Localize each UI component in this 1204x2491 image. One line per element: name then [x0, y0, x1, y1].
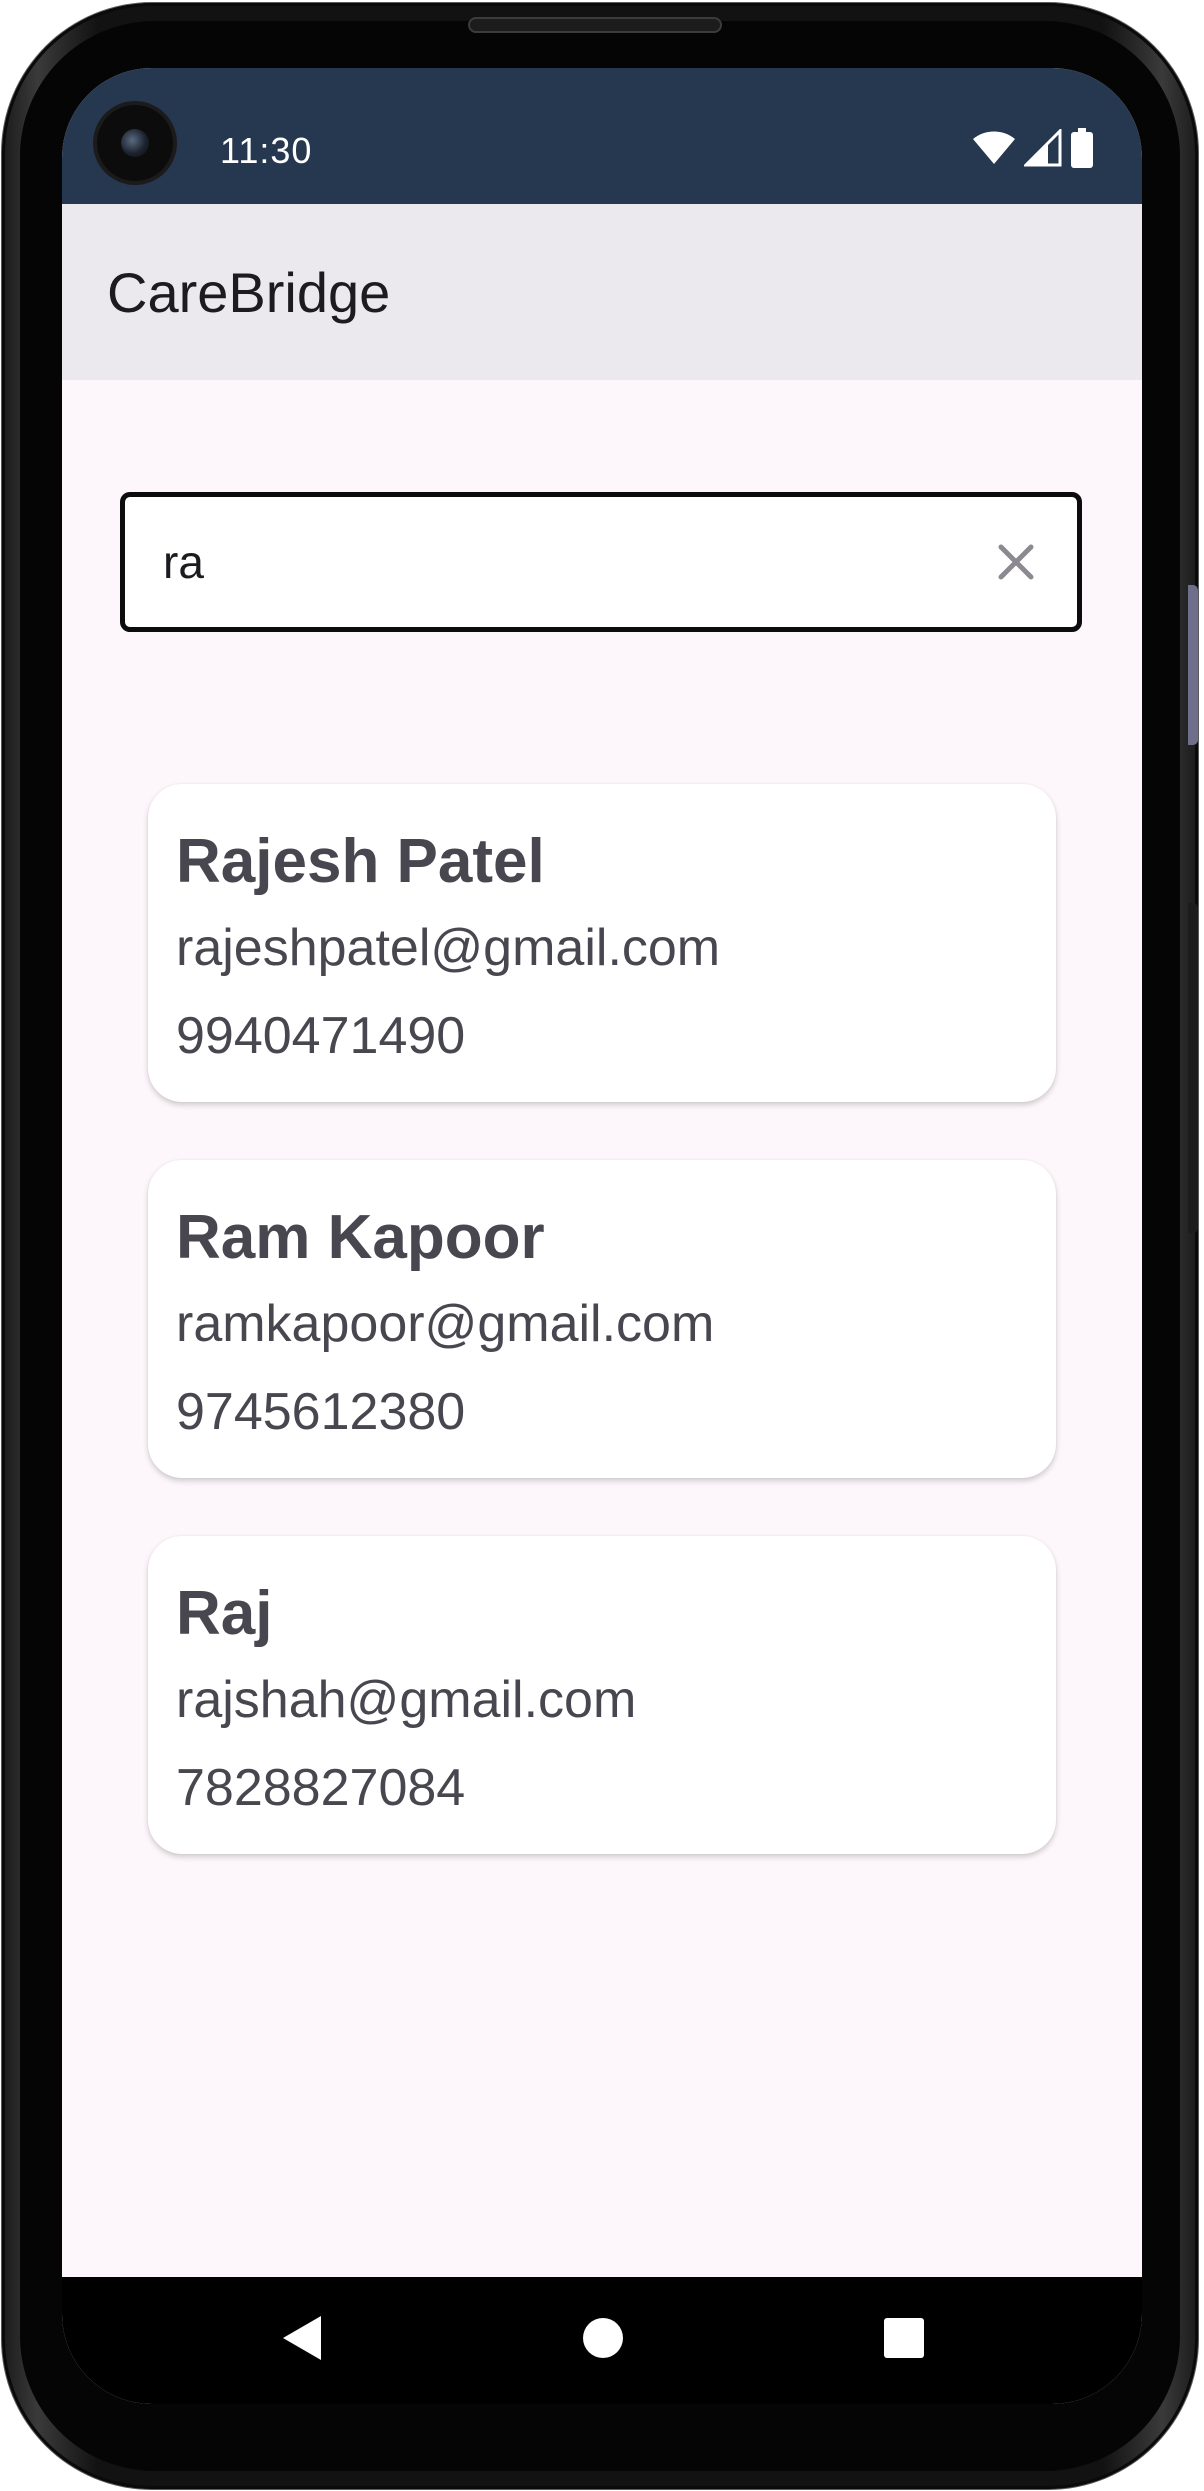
contact-phone: 9940471490	[176, 1007, 466, 1065]
search-field[interactable]	[120, 492, 1082, 632]
search-input[interactable]	[163, 497, 983, 627]
volume-button	[1188, 585, 1198, 745]
status-icons	[972, 126, 1094, 173]
main-content: Rajesh Patel rajeshpatel@gmail.com 99404…	[62, 380, 1142, 2270]
contact-name: Ram Kapoor	[176, 1203, 545, 1272]
contact-email: rajshah@gmail.com	[176, 1671, 637, 1729]
front-camera	[97, 105, 173, 181]
results-list: Rajesh Patel rajeshpatel@gmail.com 99404…	[148, 784, 1056, 1912]
app-bar: CareBridge	[62, 204, 1142, 380]
wifi-icon	[972, 130, 1016, 171]
status-time: 11:30	[220, 130, 313, 171]
contact-phone: 7828827084	[176, 1759, 466, 1817]
cell-signal-icon	[1022, 126, 1062, 172]
speaker-grill	[468, 17, 722, 33]
status-bar: 11:30	[62, 68, 1142, 204]
contact-email: ramkapoor@gmail.com	[176, 1295, 715, 1353]
back-button[interactable]	[232, 2277, 372, 2404]
app-title: CareBridge	[107, 261, 391, 324]
clear-search-button[interactable]	[985, 531, 1047, 593]
screen: 11:30 CareBridge ra Rajesh Patel rajeshp…	[62, 68, 1142, 2404]
contact-card[interactable]: Ram Kapoor ramkapoor@gmail.com 974561238…	[148, 1160, 1056, 1478]
home-button[interactable]	[533, 2277, 673, 2404]
contact-phone: 9745612380	[176, 1383, 466, 1441]
contact-name: Raj	[176, 1579, 273, 1648]
recents-icon	[883, 2317, 925, 2364]
recents-button[interactable]	[834, 2277, 974, 2404]
battery-icon	[1070, 127, 1094, 173]
navigation-bar	[62, 2277, 1142, 2404]
contact-name: Rajesh Patel	[176, 827, 545, 896]
back-icon	[279, 2313, 325, 2368]
contact-card[interactable]: Rajesh Patel rajeshpatel@gmail.com 99404…	[148, 784, 1056, 1102]
power-button	[1188, 903, 1198, 1233]
contact-email: rajeshpatel@gmail.com	[176, 919, 721, 977]
close-icon	[985, 544, 1047, 597]
contact-card[interactable]: Raj rajshah@gmail.com 7828827084	[148, 1536, 1056, 1854]
home-icon	[581, 2316, 625, 2365]
